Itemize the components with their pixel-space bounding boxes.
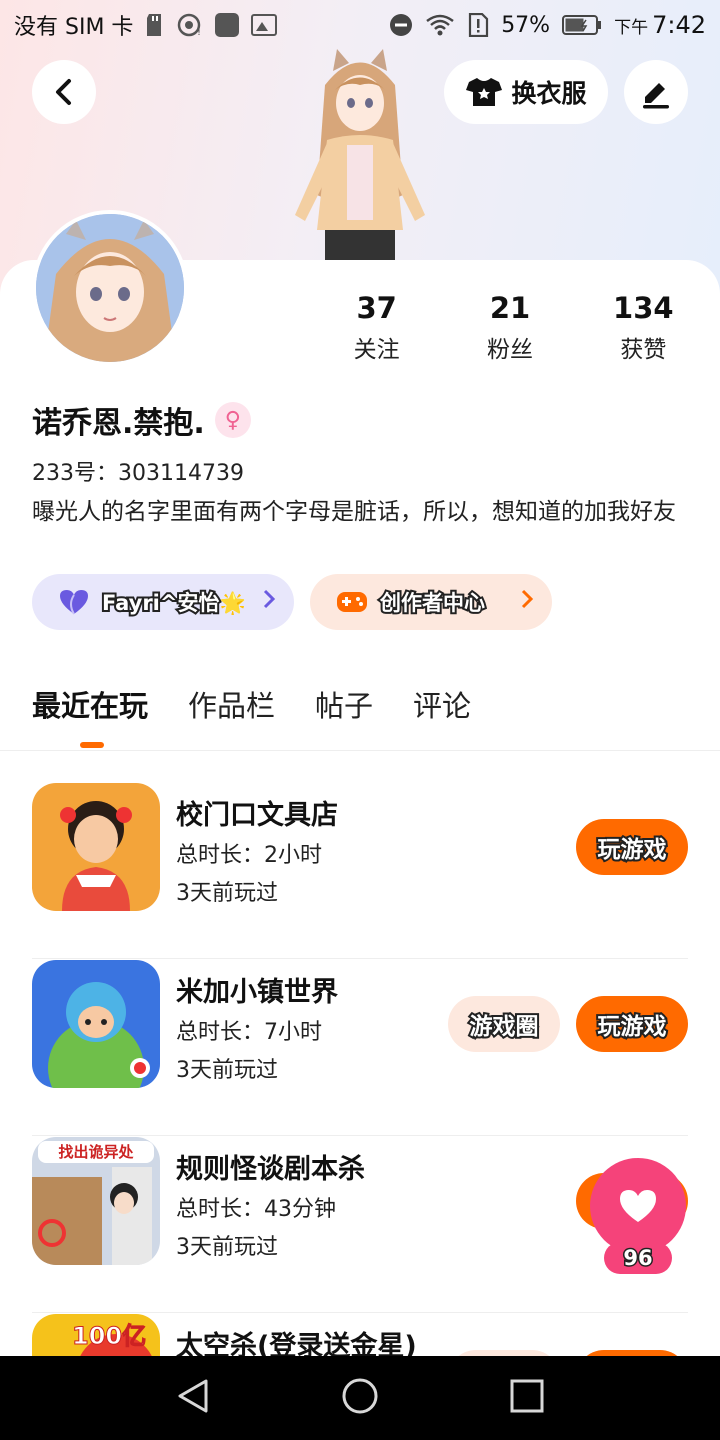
list-item[interactable]: 找出诡异处 规则怪谈剧本杀 总时长：43分钟 3天前玩过 玩游戏: [32, 1137, 688, 1313]
stat-label: 关注: [353, 337, 400, 363]
game-last-played: 3天前玩过: [176, 881, 278, 906]
profile-tabs: 最近在玩 作品栏 帖子 评论: [32, 684, 471, 748]
play-game-button[interactable]: 玩游戏: [576, 996, 688, 1052]
game-last-played: 3天前玩过: [176, 1058, 278, 1083]
tab-works[interactable]: 作品栏: [188, 684, 275, 728]
game-icon[interactable]: 找出诡异处: [32, 1137, 160, 1265]
battery-percent: 57%: [501, 12, 551, 38]
do-not-disturb-icon: [389, 13, 413, 37]
tab-divider: [0, 750, 720, 751]
game-name: 规则怪谈剧本杀: [176, 1154, 365, 1185]
play-game-button[interactable]: 玩游戏: [576, 819, 688, 875]
stat-followers[interactable]: 21 粉丝: [443, 290, 576, 364]
game-duration: 总时长：7小时: [176, 1020, 322, 1045]
battery-icon: [562, 14, 602, 36]
stat-likes[interactable]: 134 获赞: [577, 290, 710, 364]
chevron-right-icon: [262, 588, 276, 616]
bio-text: 曝光人的名字里面有两个字母是脏话，所以，想知道的加我好友: [32, 499, 676, 525]
chevron-left-icon: [56, 79, 71, 105]
stat-following[interactable]: 37 关注: [310, 290, 443, 364]
sd-card-icon: [145, 13, 165, 37]
change-outfit-button[interactable]: 换衣服: [444, 60, 608, 124]
change-outfit-label: 换衣服: [511, 79, 587, 108]
divider: [32, 1135, 688, 1136]
fayri-chip[interactable]: Fayri^安怡🌟: [32, 574, 294, 630]
status-bar: 没有 SIM 卡 ! 57% 下午 7:42: [0, 0, 720, 50]
username: 诺乔恩.禁抱.: [32, 406, 205, 441]
game-icon[interactable]: [32, 960, 160, 1088]
nav-home-icon[interactable]: [341, 1377, 379, 1419]
divider: [32, 1312, 688, 1313]
back-button[interactable]: [32, 60, 96, 124]
avatar-character-figure[interactable]: [285, 45, 435, 260]
pencil-icon: [643, 83, 669, 109]
profile-stats: 37 关注 21 粉丝 134 获赞: [310, 290, 710, 364]
creator-center-chip[interactable]: 创作者中心: [310, 574, 552, 630]
heart-icon: [620, 1190, 656, 1222]
avatar[interactable]: [32, 210, 188, 366]
nav-back-icon[interactable]: [176, 1378, 210, 1418]
nav-recents-icon[interactable]: [510, 1379, 544, 1417]
game-name: 米加小镇世界: [176, 977, 338, 1008]
fayri-chip-label: Fayri^安怡🌟: [100, 589, 248, 617]
system-nav-bar: [0, 1356, 720, 1440]
stat-label: 获赞: [620, 337, 667, 363]
list-item[interactable]: 米加小镇世界 总时长：7小时 3天前玩过 游戏圈 玩游戏: [32, 960, 688, 1136]
creator-center-label: 创作者中心: [378, 589, 487, 617]
stat-value: 21: [489, 291, 531, 325]
game-duration: 总时长：43分钟: [176, 1197, 336, 1222]
time-prefix: 下午: [614, 17, 649, 38]
svg-text:!: !: [197, 27, 201, 37]
game-last-played: 3天前玩过: [176, 1235, 278, 1260]
edit-profile-button[interactable]: [624, 60, 688, 124]
tshirt-icon: [466, 78, 503, 106]
game-circle-button[interactable]: 游戏圈: [448, 996, 560, 1052]
username-row: 诺乔恩.禁抱. ♀: [32, 398, 251, 442]
clock: 7:42: [652, 11, 706, 39]
image-icon: [251, 14, 278, 36]
heart-icon: [60, 590, 88, 615]
female-gender-icon: ♀: [214, 402, 251, 438]
icon-banner-text: 找出诡异处: [58, 1143, 134, 1161]
game-icon[interactable]: [32, 783, 160, 911]
like-count: 96: [604, 1242, 672, 1274]
tab-comments[interactable]: 评论: [413, 684, 471, 728]
hotspot-icon: !: [177, 13, 203, 37]
icon-banner-text: 100亿: [72, 1322, 146, 1350]
carrier-text: 没有 SIM 卡: [14, 15, 134, 40]
game-duration: 总时长：2小时: [176, 843, 322, 868]
app-notification-icon: [215, 13, 240, 37]
user-id: 233号：303114739: [32, 461, 244, 486]
tab-recently-played[interactable]: 最近在玩: [32, 684, 148, 748]
game-name: 校门口文具店: [176, 800, 338, 831]
stat-label: 粉丝: [486, 337, 533, 363]
tab-posts[interactable]: 帖子: [315, 684, 373, 728]
wifi-icon: [425, 13, 455, 37]
alert-icon: [467, 13, 489, 37]
stat-value: 37: [356, 291, 397, 325]
like-button[interactable]: [590, 1158, 686, 1254]
chevron-right-icon: [520, 588, 534, 616]
list-item[interactable]: 校门口文具店 总时长：2小时 3天前玩过 玩游戏: [32, 783, 688, 959]
stat-value: 134: [613, 291, 674, 325]
divider: [32, 958, 688, 959]
gamepad-icon: [337, 592, 367, 612]
